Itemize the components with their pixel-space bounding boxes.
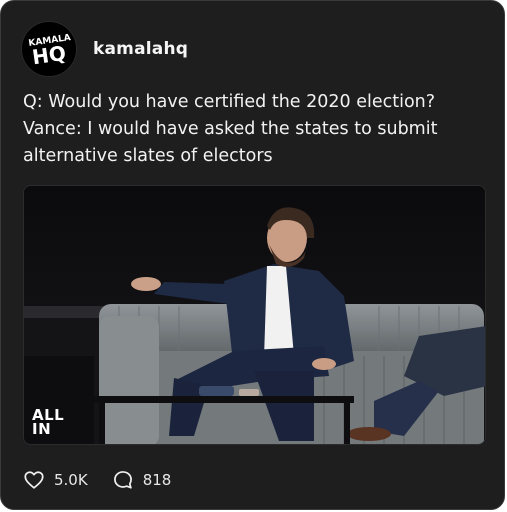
post-actions: 5.0K 818 [23, 468, 195, 492]
video-player[interactable]: ALL IN [23, 185, 486, 445]
comment-bubble-icon [113, 471, 132, 489]
like-button[interactable]: 5.0K [23, 469, 88, 491]
post-text: Q: Would you have certified the 2020 ele… [23, 92, 438, 166]
video-frame [24, 186, 485, 444]
like-count: 5.0K [54, 471, 88, 489]
post-card: KAMALA HQ kamalahq Q: Would you have cer… [0, 0, 505, 510]
watermark-line2: IN [32, 420, 52, 438]
post-header: KAMALA HQ kamalahq [21, 21, 188, 77]
comment-count: 818 [142, 471, 172, 489]
avatar[interactable]: KAMALA HQ [21, 21, 77, 77]
kamalahq-logo: KAMALA HQ [22, 22, 76, 76]
all-in-watermark: ALL IN [32, 408, 64, 438]
avatar-text-bottom: HQ [31, 41, 68, 69]
username[interactable]: kamalahq [93, 39, 188, 59]
comment-button[interactable]: 818 [112, 469, 172, 491]
heart-icon [24, 471, 44, 489]
